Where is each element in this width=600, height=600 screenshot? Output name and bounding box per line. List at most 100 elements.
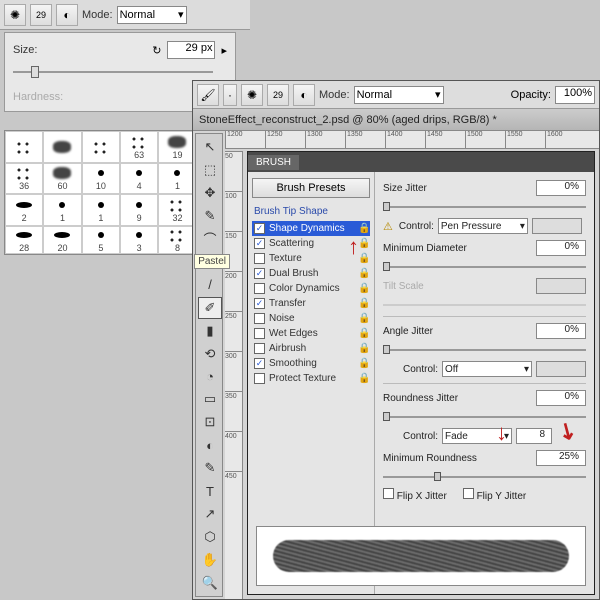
size-jitter-input[interactable]: 0% <box>536 180 586 196</box>
brush-option-row[interactable]: ✓Shape Dynamics🔒 <box>252 221 370 236</box>
control1-select[interactable]: Pen Pressure▾ <box>438 218 528 234</box>
pressure2-icon[interactable]: ◐ <box>293 84 315 106</box>
tool-button[interactable]: T <box>198 480 222 502</box>
flip-y-checkbox[interactable] <box>463 488 474 499</box>
reset-icon[interactable]: ↻ <box>152 44 161 57</box>
mode-select[interactable]: Normal▾ <box>117 6 187 24</box>
lock-icon[interactable]: 🔒 <box>358 298 368 309</box>
brush-preset-cell[interactable]: 4 <box>120 163 158 195</box>
opacity-input[interactable]: 100% <box>555 86 595 104</box>
brush-option-row[interactable]: ✓Smoothing🔒 <box>252 356 370 371</box>
brush-preset-cell[interactable]: 3 <box>120 226 158 254</box>
tool-button[interactable]: ◔ <box>198 366 222 388</box>
brush-preset-cell[interactable]: 8 <box>158 226 196 254</box>
option-checkbox[interactable]: ✓ <box>254 358 265 369</box>
angle-jitter-input[interactable]: 0% <box>536 323 586 339</box>
lock-icon[interactable]: 🔒 <box>358 283 368 294</box>
min-diameter-slider[interactable] <box>383 262 586 272</box>
brush-preset-cell[interactable]: 20 <box>43 226 81 254</box>
size-slider[interactable] <box>13 65 213 79</box>
option-checkbox[interactable]: ✓ <box>254 223 265 234</box>
brush-preset-cell[interactable] <box>5 131 43 163</box>
tool-button[interactable]: ✎ <box>198 205 222 227</box>
brush-preset-cell[interactable] <box>82 131 120 163</box>
brush-preset-cell[interactable]: 1 <box>158 163 196 195</box>
tool-button[interactable]: ◐ <box>198 434 222 456</box>
brush-option-row[interactable]: Noise🔒 <box>252 311 370 326</box>
mode2-select[interactable]: Normal▾ <box>354 86 444 104</box>
brush-preset-cell[interactable]: 36 <box>5 163 43 195</box>
brush-preset-cell[interactable]: 19 <box>158 131 196 163</box>
brush-option-row[interactable]: ✓Scattering🔒 <box>252 236 370 251</box>
brush-preset-cell[interactable]: 9 <box>120 194 158 226</box>
option-checkbox[interactable]: ✓ <box>254 238 265 249</box>
lock-icon[interactable]: 🔒 <box>358 223 368 234</box>
brush-preset-cell[interactable]: 32 <box>158 194 196 226</box>
tool-button[interactable]: ✋ <box>198 549 222 571</box>
lock-icon[interactable]: 🔒 <box>358 343 368 354</box>
lock-icon[interactable]: 🔒 <box>358 268 368 279</box>
brush-preset-cell[interactable]: 10 <box>82 163 120 195</box>
size-input[interactable]: 29 px <box>167 41 215 59</box>
expand-icon[interactable]: ▸ <box>221 44 227 57</box>
tool-button[interactable]: ⬡ <box>198 526 222 548</box>
tool-button[interactable]: ⌒ <box>198 228 222 250</box>
brush-panel-tab[interactable]: BRUSH <box>248 152 594 172</box>
tool-button[interactable]: ⊡ <box>198 411 222 433</box>
option-checkbox[interactable] <box>254 328 265 339</box>
dropdown-icon[interactable]: · <box>223 84 237 106</box>
brush-option-row[interactable]: ✓Transfer🔒 <box>252 296 370 311</box>
brush-preset-cell[interactable]: 63 <box>120 131 158 163</box>
control3-num-input[interactable]: 8 <box>516 428 552 444</box>
brush-preset-cell[interactable]: 5 <box>82 226 120 254</box>
splatter2-icon[interactable]: ✺ <box>241 84 263 106</box>
option-checkbox[interactable] <box>254 253 265 264</box>
tool-button[interactable]: / <box>198 274 222 296</box>
tool-button[interactable]: ✐ <box>198 297 222 319</box>
lock-icon[interactable]: 🔒 <box>358 358 368 369</box>
option-checkbox[interactable] <box>254 343 265 354</box>
min-diameter-input[interactable]: 0% <box>536 240 586 256</box>
tool-button[interactable]: ⟲ <box>198 343 222 365</box>
brush-tool-icon[interactable]: 🖌 <box>197 84 219 106</box>
lock-icon[interactable]: 🔒 <box>358 238 368 249</box>
brush-option-row[interactable]: Wet Edges🔒 <box>252 326 370 341</box>
tool-button[interactable]: 🔍 <box>198 572 222 594</box>
brush-preset-cell[interactable]: 28 <box>5 226 43 254</box>
splatter-icon[interactable]: ✺ <box>4 4 26 26</box>
option-checkbox[interactable] <box>254 283 265 294</box>
flip-x-checkbox[interactable] <box>383 488 394 499</box>
brush-option-row[interactable]: Airbrush🔒 <box>252 341 370 356</box>
tool-button[interactable]: ↖ <box>198 136 222 158</box>
lock-icon[interactable]: 🔒 <box>358 373 368 384</box>
brush-tip-shape-button[interactable]: Brush Tip Shape <box>252 204 370 219</box>
brush-preset-cell[interactable]: 1 <box>43 194 81 226</box>
brush-preset-cell[interactable] <box>43 131 81 163</box>
brush-option-row[interactable]: Texture🔒 <box>252 251 370 266</box>
size-jitter-slider[interactable] <box>383 202 586 212</box>
lock-icon[interactable]: 🔒 <box>358 313 368 324</box>
brush-preset-cell[interactable]: 1 <box>82 194 120 226</box>
tool-button[interactable]: ✥ <box>198 182 222 204</box>
document-tab[interactable]: StoneEffect_reconstruct_2.psd @ 80% (age… <box>193 109 599 131</box>
lock-icon[interactable]: 🔒 <box>358 253 368 264</box>
control2-select[interactable]: Off▾ <box>442 361 532 377</box>
brush-option-row[interactable]: Color Dynamics🔒 <box>252 281 370 296</box>
lock-icon[interactable]: 🔒 <box>358 328 368 339</box>
tool-button[interactable]: ▭ <box>198 388 222 410</box>
min-roundness-input[interactable]: 25% <box>536 450 586 466</box>
brush-option-row[interactable]: Protect Texture🔒 <box>252 371 370 386</box>
brush-preset-cell[interactable]: 2 <box>5 194 43 226</box>
min-roundness-slider[interactable] <box>383 472 586 482</box>
option-checkbox[interactable]: ✓ <box>254 298 265 309</box>
pressure-icon[interactable]: ◐ <box>56 4 78 26</box>
tool-button[interactable]: ⬚ <box>198 159 222 181</box>
option-checkbox[interactable] <box>254 313 265 324</box>
tool-button[interactable]: ✎ <box>198 457 222 479</box>
brush-size-icon[interactable]: 29 <box>30 4 52 26</box>
option-checkbox[interactable] <box>254 373 265 384</box>
angle-jitter-slider[interactable] <box>383 345 586 355</box>
control3-select[interactable]: Fade▾ <box>442 428 512 444</box>
roundness-jitter-input[interactable]: 0% <box>536 390 586 406</box>
brush-size2-icon[interactable]: 29 <box>267 84 289 106</box>
